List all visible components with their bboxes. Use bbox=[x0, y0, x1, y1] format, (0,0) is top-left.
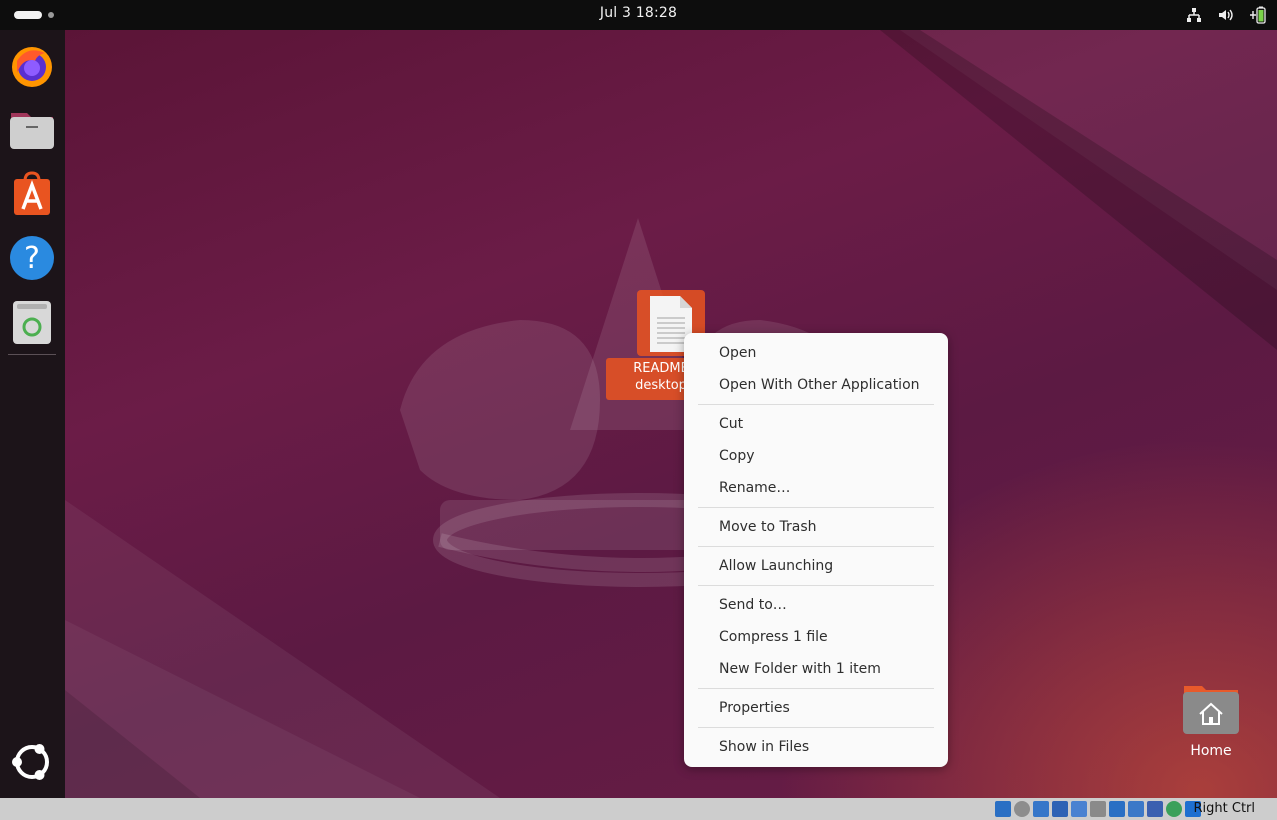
hard-disk-icon[interactable] bbox=[995, 801, 1011, 817]
files-icon[interactable] bbox=[9, 107, 55, 153]
menu-item-cut[interactable]: Cut bbox=[719, 414, 743, 434]
menu-item-show-in-files[interactable]: Show in Files bbox=[719, 737, 809, 757]
cpu-icon[interactable] bbox=[1147, 801, 1163, 817]
menu-separator bbox=[698, 546, 934, 547]
menu-item-compress[interactable]: Compress 1 file bbox=[719, 627, 828, 647]
clock[interactable]: Jul 3 18:28 bbox=[0, 5, 1277, 21]
display-icon[interactable] bbox=[1109, 801, 1125, 817]
menu-separator bbox=[698, 404, 934, 405]
wallpaper-art bbox=[65, 30, 1277, 798]
firefox-icon[interactable] bbox=[9, 43, 55, 89]
vm-status-icons bbox=[995, 801, 1201, 817]
menu-separator bbox=[698, 507, 934, 508]
help-icon[interactable]: ? bbox=[9, 235, 55, 281]
usb-icon[interactable] bbox=[1071, 801, 1087, 817]
menu-item-allow-launching[interactable]: Allow Launching bbox=[719, 556, 833, 576]
top-bar: Jul 3 18:28 bbox=[0, 0, 1277, 30]
home-folder-label[interactable]: Home bbox=[1170, 743, 1252, 759]
home-folder-icon[interactable] bbox=[1180, 684, 1242, 736]
desktop-wallpaper[interactable] bbox=[0, 30, 1277, 798]
shared-folders-icon[interactable] bbox=[1090, 801, 1106, 817]
dock: ? bbox=[0, 30, 65, 798]
menu-separator bbox=[698, 727, 934, 728]
battery-icon[interactable] bbox=[1249, 6, 1267, 24]
ubuntu-logo-icon[interactable] bbox=[9, 739, 55, 785]
context-menu: Open Open With Other Application Cut Cop… bbox=[684, 333, 948, 767]
menu-item-send-to[interactable]: Send to… bbox=[719, 595, 787, 615]
mouse-integration-icon[interactable] bbox=[1166, 801, 1182, 817]
menu-item-properties[interactable]: Properties bbox=[719, 698, 790, 718]
menu-item-copy[interactable]: Copy bbox=[719, 446, 755, 466]
trash-icon[interactable] bbox=[9, 299, 55, 345]
volume-icon[interactable] bbox=[1217, 6, 1235, 24]
menu-separator bbox=[698, 688, 934, 689]
recording-icon[interactable] bbox=[1128, 801, 1144, 817]
system-tray[interactable] bbox=[1185, 5, 1267, 25]
host-key-label: Right Ctrl bbox=[1193, 801, 1256, 816]
optical-drive-icon[interactable] bbox=[1014, 801, 1030, 817]
audio-icon[interactable] bbox=[1033, 801, 1049, 817]
svg-text:?: ? bbox=[24, 241, 40, 276]
menu-item-rename[interactable]: Rename… bbox=[719, 478, 790, 498]
app-center-icon[interactable] bbox=[9, 171, 55, 217]
dock-separator bbox=[8, 354, 56, 355]
menu-item-move-to-trash[interactable]: Move to Trash bbox=[719, 517, 817, 537]
menu-separator bbox=[698, 585, 934, 586]
menu-item-new-folder-with-item[interactable]: New Folder with 1 item bbox=[719, 659, 881, 679]
menu-item-open[interactable]: Open bbox=[719, 343, 756, 363]
network-icon[interactable] bbox=[1185, 6, 1203, 24]
network-adapter-icon[interactable] bbox=[1052, 801, 1068, 817]
menu-item-open-with[interactable]: Open With Other Application bbox=[719, 375, 920, 395]
vm-status-bar: Right Ctrl bbox=[0, 798, 1277, 820]
